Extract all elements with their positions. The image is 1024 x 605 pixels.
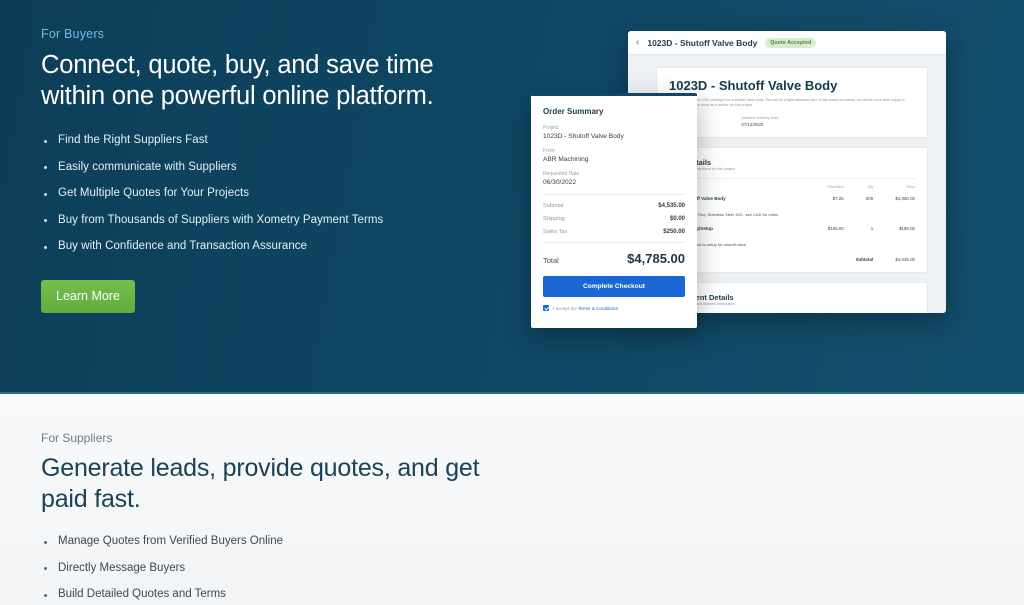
list-item: Find the Right Suppliers Fast bbox=[41, 134, 511, 146]
project-topbar-title: 1023D - Shutoff Valve Body bbox=[647, 37, 758, 48]
project-description: In need of a custom CNC prototype for a … bbox=[669, 98, 905, 108]
row-qty: 1 bbox=[870, 225, 874, 231]
row-qty: 600 bbox=[865, 196, 874, 202]
table-row: 1023D Shutoff Valve Body $7.25 600 $4,35… bbox=[669, 196, 915, 201]
item-subtotal-row: Subtotal $4,535.00 bbox=[669, 257, 915, 262]
row-rate: $7.25 bbox=[832, 196, 844, 202]
for-buyers-bullets: Find the Right Suppliers Fast Easily com… bbox=[41, 134, 511, 252]
project-dates: Date Needed By 07/15/2022 Available Deli… bbox=[669, 116, 915, 127]
landing-page: For Buyers Connect, quote, buy, and save… bbox=[0, 0, 1024, 605]
column-header-price: Price bbox=[906, 185, 915, 190]
order-requested-date-value: 06/30/2022 bbox=[543, 179, 577, 186]
row-price: $4,350.00 bbox=[895, 196, 915, 202]
for-buyers-headline-line1: Connect, quote, buy, and save time bbox=[41, 51, 434, 79]
for-buyers-section: For Buyers Connect, quote, buy, and save… bbox=[0, 0, 1024, 394]
for-buyers-headline: Connect, quote, buy, and save time withi… bbox=[41, 50, 511, 112]
project-topbar: ‹ 1023D - Shutoff Valve Body Quote Accep… bbox=[628, 31, 946, 55]
line-value: $250.00 bbox=[663, 229, 685, 235]
section-divider bbox=[0, 392, 1024, 394]
line-label: Sales Tax bbox=[543, 229, 568, 235]
divider bbox=[543, 242, 685, 243]
order-from-value: ABR Machining bbox=[543, 156, 589, 163]
item-subtotal-label: Subtotal bbox=[855, 257, 874, 263]
delivery-date-label: Available Delivery Date bbox=[741, 115, 779, 120]
divider bbox=[669, 178, 915, 180]
for-suppliers-headline-line2: paid fast. bbox=[41, 485, 141, 513]
column-header-qty: Qty bbox=[867, 185, 874, 190]
item-details-heading: Item Details bbox=[669, 157, 712, 167]
for-suppliers-bullets: Manage Quotes from Verified Buyers Onlin… bbox=[41, 535, 561, 605]
terms-link[interactable]: Terms & Conditions bbox=[578, 306, 618, 311]
page-title: 1023D - Shutoff Valve Body bbox=[669, 78, 838, 93]
terms-prefix: I accept the bbox=[553, 305, 578, 311]
order-line-shipping: Shipping $0.00 bbox=[543, 216, 685, 222]
line-value: $0.00 bbox=[669, 216, 685, 222]
item-details-subheading: Review the quotable items for this proje… bbox=[669, 166, 735, 171]
for-suppliers-headline: Generate leads, provide quotes, and get … bbox=[41, 453, 561, 515]
order-summary-title: Order Summary bbox=[543, 107, 604, 116]
terms-checkbox[interactable] bbox=[543, 305, 549, 311]
for-suppliers-headline-line1: Generate leads, provide quotes, and get bbox=[41, 454, 480, 482]
terms-row[interactable]: I accept the Terms & Conditions bbox=[543, 305, 685, 311]
item-subtotal-value: $4,535.00 bbox=[895, 257, 915, 263]
list-item: Get Multiple Quotes for Your Projects bbox=[41, 187, 511, 199]
fulfillment-heading: Fulfillment Details bbox=[669, 293, 734, 303]
order-total-value: $4,785.00 bbox=[627, 251, 685, 266]
order-total-row: Total $4,785.00 bbox=[543, 251, 685, 266]
list-item: Directly Message Buyers bbox=[41, 562, 561, 574]
for-suppliers-section: For Suppliers Generate leads, provide qu… bbox=[0, 395, 1024, 605]
for-suppliers-eyebrow: For Suppliers bbox=[41, 431, 113, 445]
fulfillment-subheading: Shipping Details and Address Information bbox=[669, 302, 735, 307]
line-value: $4,535.00 bbox=[658, 203, 685, 209]
list-item: Buy from Thousands of Suppliers with Xom… bbox=[41, 214, 511, 226]
order-line-sales-tax: Sales Tax $250.00 bbox=[543, 229, 685, 235]
row-price: $185.00 bbox=[899, 225, 915, 231]
column-header-rate: Price/Item bbox=[827, 185, 844, 190]
learn-more-button[interactable]: Learn More bbox=[41, 279, 135, 313]
order-project-label: Project bbox=[543, 125, 559, 131]
status-badge: Quote Accepted bbox=[765, 37, 817, 48]
row-description-label: Description bbox=[669, 206, 915, 210]
list-item: Buy with Confidence and Transaction Assu… bbox=[41, 240, 511, 252]
terms-text: I accept the Terms & Conditions bbox=[553, 306, 618, 311]
for-buyers-eyebrow: For Buyers bbox=[41, 27, 105, 41]
delivery-date-value: 07/12/2022 bbox=[741, 121, 764, 127]
for-buyers-headline-line2: within one powerful online platform. bbox=[41, 82, 434, 110]
list-item: Easily communicate with Suppliers bbox=[41, 161, 511, 173]
order-requested-date-label: Requested Date bbox=[543, 171, 580, 177]
divider bbox=[543, 194, 685, 195]
order-line-subtotal: Subtotal $4,535.00 bbox=[543, 203, 685, 209]
list-item: Manage Quotes from Verified Buyers Onlin… bbox=[41, 535, 561, 547]
row-description-label: Description bbox=[669, 236, 915, 240]
for-buyers-copy: For Buyers Connect, quote, buy, and save… bbox=[41, 27, 511, 313]
row-rate: $185.00 bbox=[827, 225, 844, 231]
complete-checkout-button[interactable]: Complete Checkout bbox=[543, 276, 685, 297]
order-from-label: From bbox=[543, 148, 555, 154]
order-project-value: 1023D - Shutoff Valve Body bbox=[543, 133, 624, 140]
line-label: Subtotal bbox=[543, 203, 564, 209]
order-total-label: Total bbox=[543, 256, 559, 265]
order-summary-card: Order Summary Project 1023D - Shutoff Va… bbox=[531, 93, 697, 328]
table-row: Programming/Setup $185.00 1 $185.00 bbox=[669, 226, 915, 231]
list-item: Build Detailed Quotes and Terms bbox=[41, 588, 561, 600]
for-suppliers-copy: For Suppliers Generate leads, provide qu… bbox=[41, 431, 561, 605]
line-label: Shipping bbox=[543, 216, 565, 222]
chevron-left-icon[interactable]: ‹ bbox=[636, 37, 639, 48]
